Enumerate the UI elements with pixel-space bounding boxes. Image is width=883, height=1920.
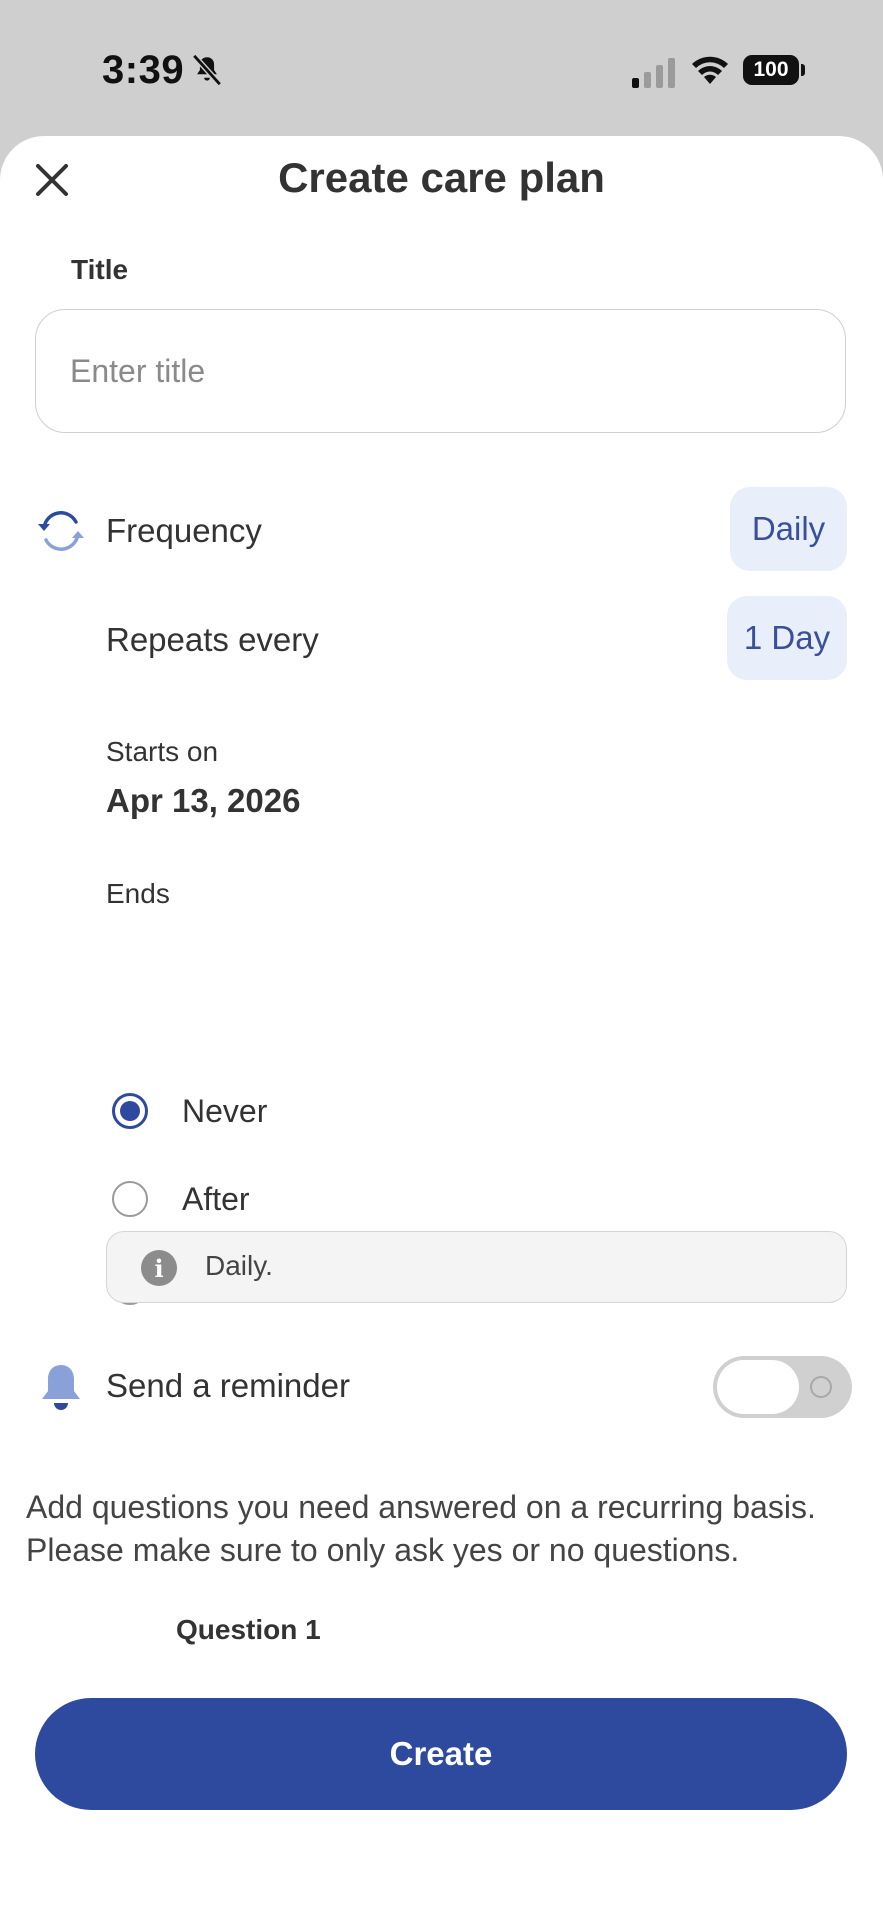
frequency-summary-text: Daily. bbox=[205, 1250, 273, 1281]
ends-option-label: Never bbox=[182, 1092, 268, 1129]
info-icon: i bbox=[141, 1250, 177, 1286]
status-time: 3:39 bbox=[102, 48, 185, 92]
create-button[interactable]: Create bbox=[35, 1698, 847, 1810]
ends-option-never[interactable]: Never bbox=[112, 1089, 267, 1133]
starts-on-label: Starts on bbox=[106, 736, 219, 767]
radio-unchecked-icon[interactable] bbox=[112, 1181, 148, 1217]
status-bar: 3:39 100 bbox=[0, 0, 883, 136]
page-title: Create care plan bbox=[278, 154, 605, 201]
ends-label: Ends bbox=[106, 878, 170, 909]
repeat-icon bbox=[38, 511, 84, 551]
start-date-value[interactable]: Apr 13, 2026 bbox=[106, 782, 300, 820]
frequency-label: Frequency bbox=[106, 512, 262, 549]
bell-slash-icon bbox=[192, 53, 222, 87]
frequency-select[interactable]: Daily bbox=[730, 487, 847, 571]
ends-option-after[interactable]: After bbox=[112, 1177, 250, 1221]
radio-checked-icon[interactable] bbox=[112, 1093, 148, 1129]
repeats-every-select[interactable]: 1 Day bbox=[727, 596, 847, 680]
cellular-signal-icon bbox=[632, 58, 675, 88]
wifi-icon bbox=[692, 56, 728, 84]
reminder-toggle[interactable] bbox=[713, 1356, 852, 1418]
title-input[interactable] bbox=[35, 309, 846, 433]
battery-indicator: 100 bbox=[743, 55, 799, 85]
send-reminder-label: Send a reminder bbox=[106, 1367, 350, 1404]
toggle-off-indicator bbox=[810, 1376, 832, 1398]
battery-nub bbox=[801, 64, 805, 76]
question-1-label: Question 1 bbox=[176, 1614, 321, 1645]
ends-option-label: After bbox=[182, 1180, 250, 1217]
toggle-knob bbox=[717, 1360, 799, 1414]
bell-icon bbox=[42, 1365, 80, 1410]
repeats-every-label: Repeats every bbox=[106, 621, 319, 658]
title-label: Title bbox=[71, 254, 129, 285]
questions-help-text: Add questions you need answered on a rec… bbox=[26, 1489, 816, 1568]
create-care-plan-sheet: Create care plan Title Frequency Daily R… bbox=[0, 136, 883, 1920]
frequency-summary: i Daily. bbox=[106, 1231, 847, 1303]
